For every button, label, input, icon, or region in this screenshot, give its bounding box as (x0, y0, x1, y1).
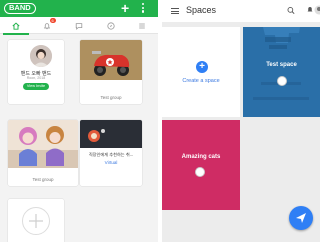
home-icon (12, 22, 20, 30)
band-logo: BAND (4, 3, 36, 14)
space-title: Amazing cats (181, 154, 221, 160)
profile-card[interactable]: 밴드 오빠 밴드 Roon, 2018 View Invite (8, 40, 64, 104)
space-card[interactable]: Amazing cats (162, 120, 240, 210)
group-title: 직장인에게 추천하는 취... (88, 152, 134, 157)
tab-home[interactable] (0, 17, 32, 35)
send-icon (296, 213, 306, 223)
create-band-button[interactable]: + (121, 0, 129, 17)
notification-badge: 6 (49, 18, 56, 23)
bell-icon[interactable] (306, 5, 314, 14)
tab-notifications[interactable]: 6 (32, 17, 64, 34)
spaces-app-panel: Spaces + Create a space Test space Amazi… (162, 0, 320, 242)
group-caption: Test group (32, 177, 54, 182)
create-band-card[interactable] (8, 199, 64, 242)
space-card[interactable]: Test space (243, 27, 320, 117)
space-cover-image (243, 27, 320, 117)
spaces-top-bar: Spaces (162, 0, 320, 22)
group-card[interactable]: Test group (80, 40, 142, 104)
avatar (30, 45, 52, 67)
group-cover-image (80, 40, 142, 80)
tab-chat[interactable] (63, 17, 95, 34)
band-tab-bar: 6 (0, 17, 158, 35)
group-cover-image (80, 120, 142, 148)
menu-icon[interactable] (171, 8, 179, 14)
search-icon[interactable] (287, 6, 295, 15)
member-avatar (277, 76, 287, 86)
profile-subtitle: Roon, 2018 (26, 76, 46, 80)
group-card[interactable]: 직장인에게 추천하는 취... Virtual (80, 120, 142, 186)
bell-icon (44, 22, 51, 29)
create-space-label: Create a space (182, 78, 220, 84)
new-post-fab[interactable] (289, 206, 313, 230)
group-caption: Test group (100, 95, 122, 100)
group-caption: Virtual (104, 160, 118, 165)
more-options-icon[interactable] (141, 3, 145, 14)
create-space-card[interactable]: + Create a space (162, 27, 240, 117)
tab-menu[interactable] (126, 17, 158, 34)
chat-bubble-icon (75, 22, 83, 30)
avatar[interactable] (314, 4, 320, 16)
add-band-button[interactable] (22, 207, 50, 235)
tab-discover[interactable] (95, 17, 127, 34)
menu-icon (139, 23, 145, 28)
space-title: Test space (266, 62, 297, 68)
member-avatar (195, 167, 205, 177)
compass-icon (106, 21, 115, 30)
active-tab-indicator (3, 33, 29, 35)
view-invite-button[interactable]: View Invite (23, 83, 49, 90)
create-space-plus-button[interactable]: + (196, 61, 208, 73)
group-card[interactable]: Test group (8, 120, 78, 186)
space-cover-image (162, 120, 240, 210)
group-cover-image (8, 120, 78, 168)
plus-icon (29, 214, 43, 228)
band-app-panel: BAND + 6 밴드 오빠 밴드 Roon, 2018 View Invite… (0, 0, 158, 242)
band-top-bar: BAND + (0, 0, 158, 17)
page-title: Spaces (186, 5, 217, 15)
